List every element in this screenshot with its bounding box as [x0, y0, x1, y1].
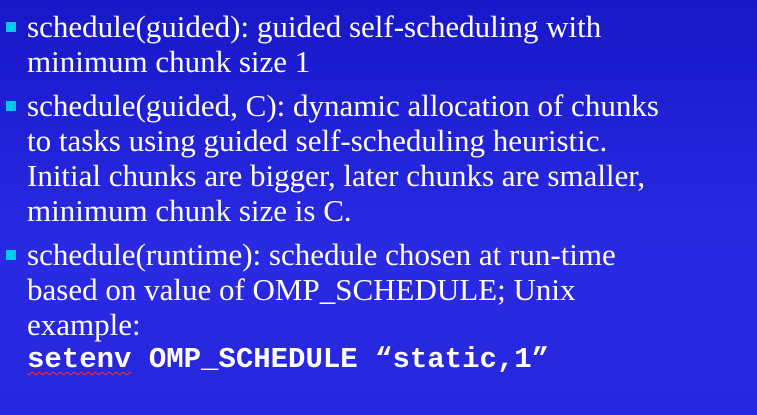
code-example: setenv OMP_SCHEDULE “static,1” [27, 342, 747, 378]
code-arguments: OMP_SCHEDULE “static,1” [131, 343, 550, 376]
square-bullet-icon [6, 101, 16, 111]
bullet-text-line: schedule(guided, C): dynamic allocation … [27, 88, 659, 123]
bullet-text-line: example: [27, 307, 141, 342]
code-command: setenv [27, 343, 132, 376]
bullet-text-line: based on value of OMP_SCHEDULE; Unix [27, 272, 576, 307]
square-bullet-icon [6, 22, 16, 32]
bullet-text-line: schedule(runtime): schedule chosen at ru… [27, 237, 616, 272]
bullet-item-guided-chunk: schedule(guided, C): dynamic allocation … [6, 88, 747, 228]
bullet-text-line: minimum chunk size 1 [27, 44, 311, 79]
bullet-text-line: minimum chunk size is C. [27, 193, 352, 228]
bullet-text-line: to tasks using guided self-scheduling he… [27, 123, 608, 158]
square-bullet-icon [6, 250, 16, 260]
bullet-item-guided: schedule(guided): guided self-scheduling… [6, 9, 747, 79]
bullet-text-line: schedule(guided): guided self-scheduling… [27, 9, 602, 44]
bullet-item-runtime: schedule(runtime): schedule chosen at ru… [6, 237, 747, 378]
bullet-text-line: Initial chunks are bigger, later chunks … [27, 158, 646, 193]
slide: schedule(guided): guided self-scheduling… [0, 0, 757, 415]
bullet-list: schedule(guided): guided self-scheduling… [6, 9, 747, 378]
